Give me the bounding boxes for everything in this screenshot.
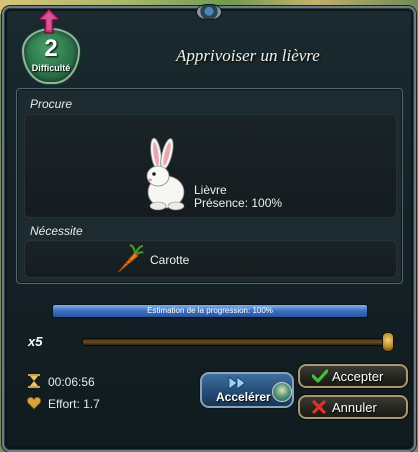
duration-value: 00:06:56 <box>48 375 95 389</box>
progress-bar: Estimation de la progression: 100% <box>52 304 368 318</box>
hourglass-icon <box>28 374 40 388</box>
dialog-title: Apprivoiser un lièvre <box>176 46 320 65</box>
accelerate-button[interactable]: Accelérer <box>200 372 294 408</box>
carrot-icon <box>117 244 144 273</box>
difficulty-label: Difficulté <box>31 63 71 73</box>
fast-forward-icon <box>228 376 246 390</box>
multiplier-slider-handle[interactable] <box>382 332 394 352</box>
accept-button-label: Accepter <box>332 369 384 384</box>
cancel-button[interactable]: Annuler <box>298 395 408 419</box>
heart-icon <box>27 396 41 410</box>
effort-value: Effort: 1.7 <box>48 397 100 411</box>
provides-item-name: Lièvre <box>194 183 227 197</box>
multiplier-label: x5 <box>28 334 43 349</box>
difficulty-value: 2 <box>44 35 58 62</box>
provides-presence: Présence: 100% <box>194 196 283 210</box>
cancel-button-label: Annuler <box>332 400 377 415</box>
rabbit-icon <box>146 137 185 211</box>
level-up-arrow-icon <box>37 8 61 34</box>
requires-section-label: Nécessite <box>30 224 83 238</box>
frame-ornament <box>196 4 222 20</box>
requires-box <box>24 240 397 278</box>
multiplier-slider[interactable] <box>82 338 394 346</box>
provides-section-label: Procure <box>30 97 73 111</box>
premium-currency-icon <box>272 382 292 402</box>
progress-label: Estimation de la progression: 100% <box>147 306 273 315</box>
accept-button[interactable]: Accepter <box>298 364 408 388</box>
requires-item-name: Carotte <box>150 253 190 267</box>
checkmark-icon <box>312 369 328 383</box>
accelerate-button-label: Accelérer <box>216 390 271 404</box>
close-icon <box>312 400 326 414</box>
